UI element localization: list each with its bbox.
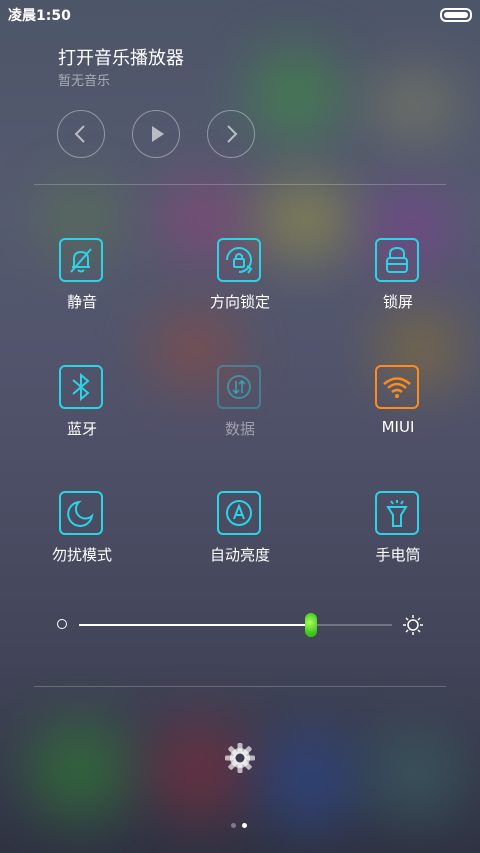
toggle-bluetooth[interactable]: 蓝牙 [12,365,152,455]
brightness-high-icon [403,615,423,635]
brightness-low-icon [57,619,67,629]
toggle-lock-screen-box [375,238,419,282]
toggle-flashlight-box [375,491,419,535]
toggle-mute-box [59,238,103,282]
play-button[interactable] [132,110,180,158]
page-indicator [231,813,253,832]
toggle-label: 手电筒 [375,546,421,564]
toggle-label: 自动亮度 [209,546,270,564]
background-blur [250,50,340,140]
toggle-do-not-disturb-box [59,491,103,535]
background-blur [370,730,460,820]
brightness-slider-thumb[interactable] [304,613,317,637]
auto-brightness-icon [226,500,252,526]
flashlight-icon [386,500,408,527]
previous-track-button[interactable] [57,110,105,158]
toggle-lock-screen[interactable]: 锁屏 [328,238,468,328]
music-player-title[interactable]: 打开音乐播放器 [58,44,184,70]
background-blur [370,70,460,140]
rotation-lock-icon [226,247,253,274]
toggle-label: MIUI [381,418,415,436]
toggle-rotation-lock[interactable]: 方向锁定 [170,238,310,328]
chevron-left-icon [74,125,85,143]
wifi-icon [383,377,411,398]
toggle-data-box [217,365,261,409]
page-dot-active [242,823,247,828]
toggle-label: 锁屏 [382,293,413,311]
toggle-do-not-disturb[interactable]: 勿扰模式 [12,491,152,581]
toggle-auto-brightness-box [217,491,261,535]
divider [34,184,446,185]
status-bar: 凌晨1:50 [0,0,480,28]
toggle-label: 数据 [224,420,255,438]
music-player-subtitle: 暂无音乐 [58,74,111,89]
toggle-label: 方向锁定 [209,293,270,311]
brightness-slider[interactable] [79,613,392,637]
next-track-button[interactable] [207,110,255,158]
background-blur [30,720,130,820]
toggle-label: 勿扰模式 [51,546,112,564]
toggle-flashlight[interactable]: 手电筒 [328,491,468,581]
toggle-label: 蓝牙 [66,420,97,438]
bluetooth-icon [72,372,90,402]
toggle-wifi-box [375,365,419,409]
data-icon [227,375,251,399]
toggle-data[interactable]: 数据 [170,365,310,455]
toggle-rotation-lock-box [217,238,261,282]
moon-icon [67,500,94,527]
status-time: 凌晨1:50 [8,8,71,24]
toggle-auto-brightness[interactable]: 自动亮度 [170,491,310,581]
toggle-mute[interactable]: 静音 [12,238,152,328]
toggle-bluetooth-box [59,365,103,409]
toggle-wifi[interactable]: MIUI [328,365,468,455]
toggle-label: 静音 [66,293,97,311]
battery-icon [440,8,472,22]
settings-gear-icon[interactable] [224,742,256,774]
mute-bell-icon [70,248,92,273]
lock-icon [386,246,408,273]
divider [34,686,446,687]
chevron-right-icon [227,125,238,143]
brightness-slider-fill [79,624,311,626]
play-icon [152,126,164,142]
background-blur [260,730,360,830]
page-dot [231,823,236,828]
